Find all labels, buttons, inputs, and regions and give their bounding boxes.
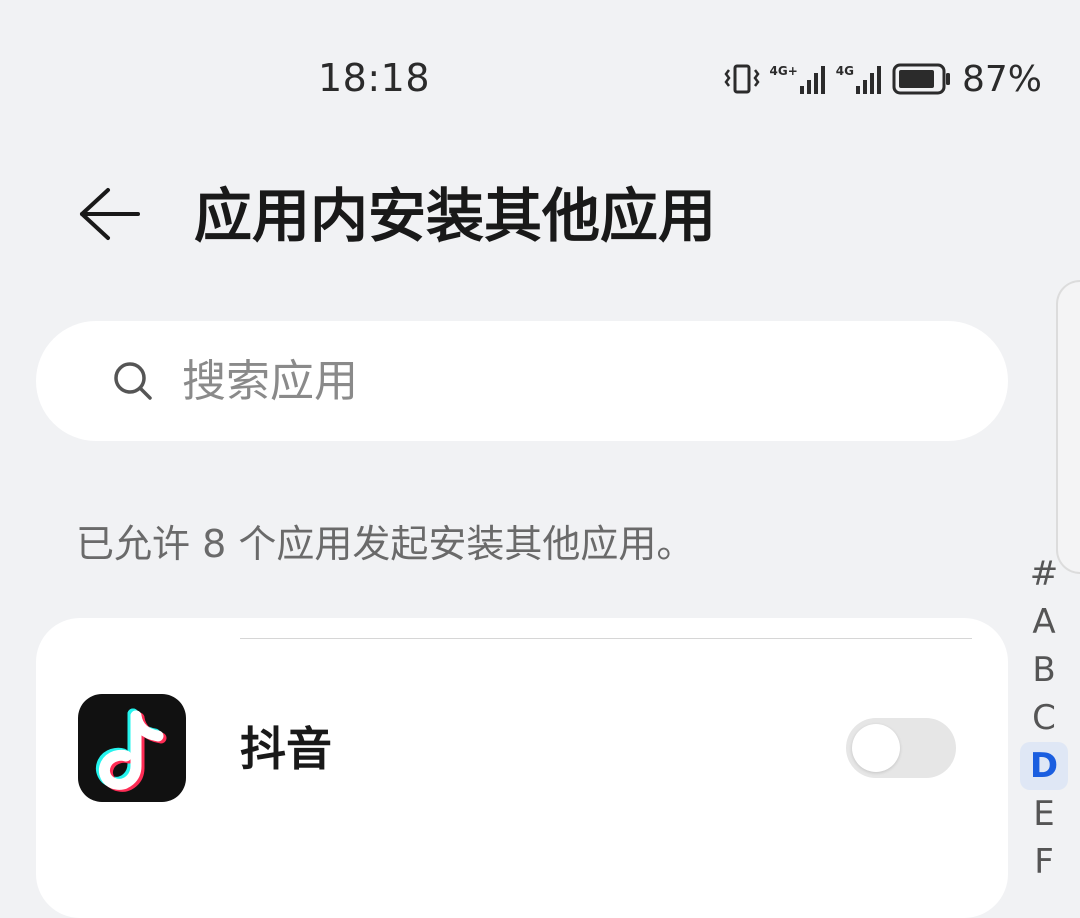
list-item[interactable]: 抖音 bbox=[36, 678, 1008, 818]
alpha-index-letter[interactable]: E bbox=[1020, 790, 1068, 838]
alpha-index-letter[interactable]: C bbox=[1020, 694, 1068, 742]
install-permission-toggle[interactable] bbox=[846, 718, 956, 778]
battery-percent: 87% bbox=[961, 58, 1042, 100]
alpha-index-letter[interactable]: D bbox=[1020, 742, 1068, 790]
douyin-icon bbox=[78, 694, 186, 802]
alphabet-index[interactable]: # A B C D E F bbox=[1020, 550, 1068, 886]
app-name: 抖音 bbox=[240, 722, 332, 776]
alpha-index-letter[interactable]: A bbox=[1020, 598, 1068, 646]
allowed-apps-summary: 已允许 8 个应用发起安装其他应用。 bbox=[76, 522, 695, 566]
back-arrow-icon bbox=[80, 188, 140, 240]
search-icon bbox=[112, 360, 154, 402]
list-divider bbox=[240, 638, 972, 639]
search-input[interactable] bbox=[182, 355, 902, 407]
alpha-index-letter[interactable]: # bbox=[1020, 550, 1068, 598]
alpha-index-letter[interactable]: B bbox=[1020, 646, 1068, 694]
app-list: 抖音 bbox=[36, 618, 1008, 918]
page-title: 应用内安装其他应用 bbox=[194, 182, 717, 250]
signal-4g-icon: 4G bbox=[836, 64, 882, 94]
signal-4g-plus-icon: 4G+ bbox=[770, 64, 826, 94]
battery-icon bbox=[892, 63, 952, 95]
vibrate-icon bbox=[723, 62, 760, 96]
status-time: 18:18 bbox=[318, 56, 431, 100]
back-button[interactable] bbox=[72, 182, 144, 246]
search-bar[interactable] bbox=[36, 321, 1008, 441]
status-icons: 4G+ 4G 87% bbox=[723, 56, 1042, 102]
alpha-index-letter[interactable]: F bbox=[1020, 838, 1068, 886]
toggle-knob bbox=[852, 724, 900, 772]
side-panel-edge[interactable] bbox=[1056, 280, 1080, 574]
